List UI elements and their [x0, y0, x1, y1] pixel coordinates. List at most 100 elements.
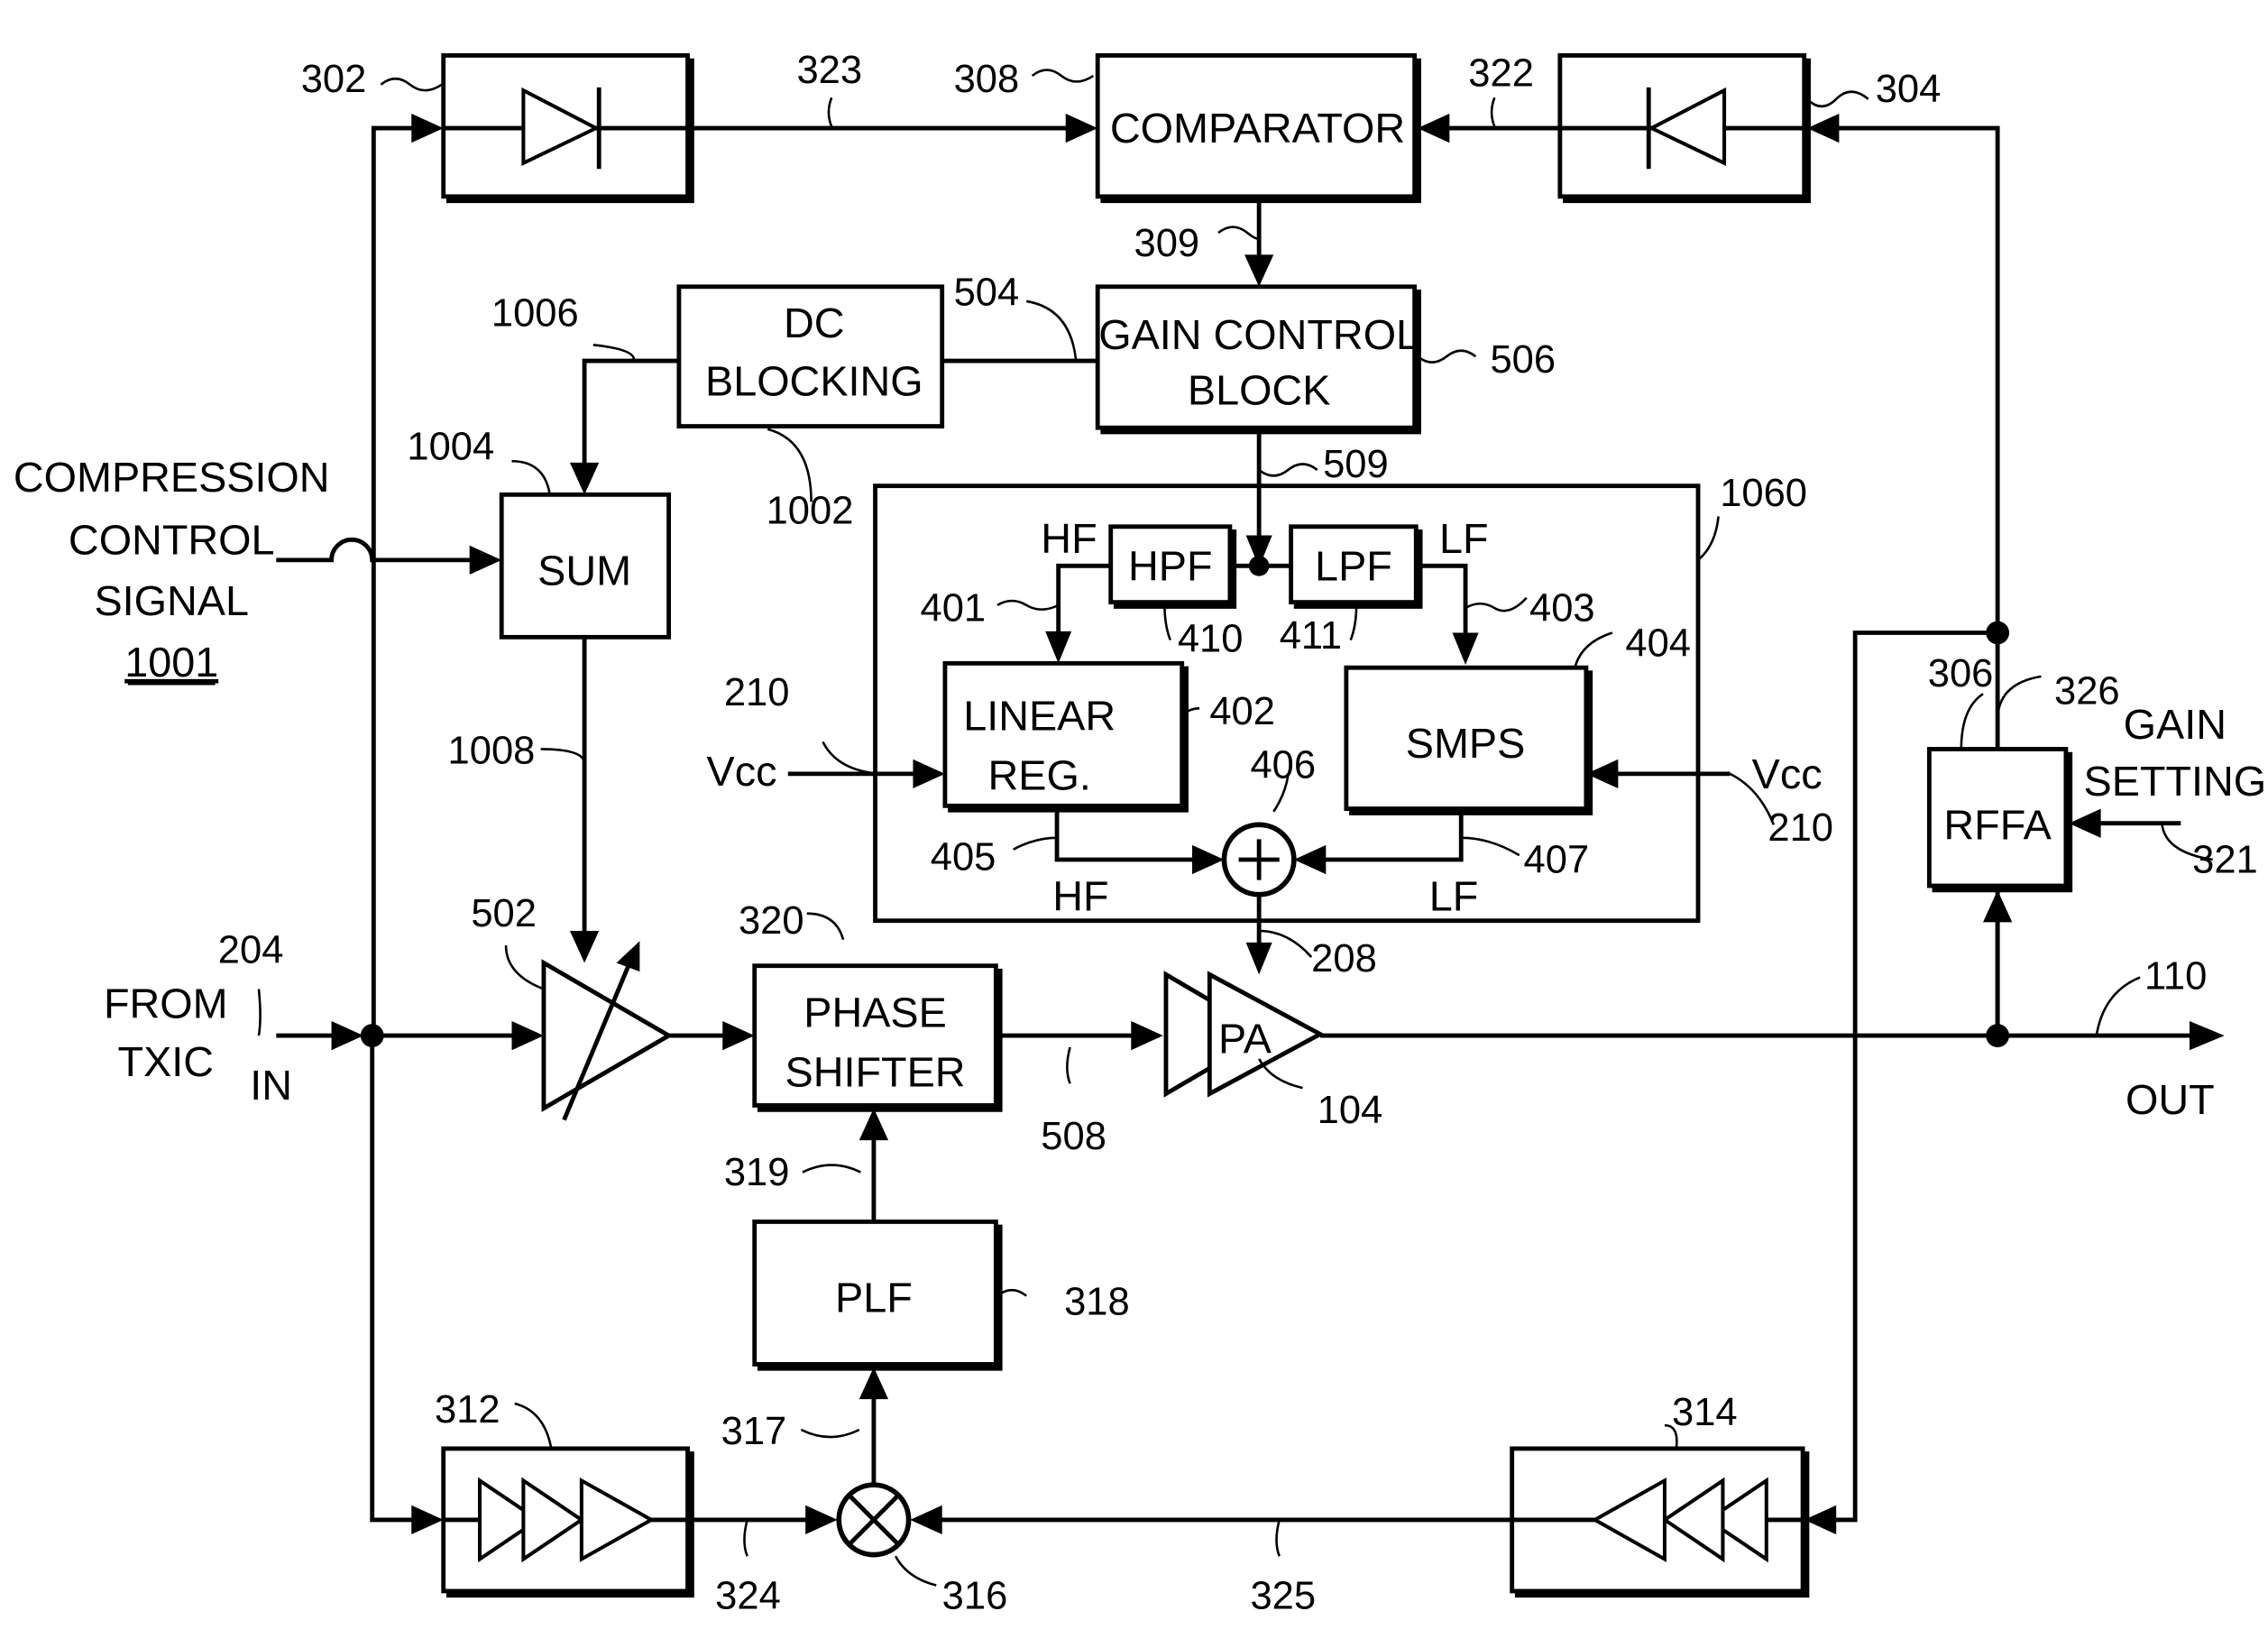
ref-405: 405	[931, 835, 996, 879]
ref-509: 509	[1323, 443, 1389, 486]
arrow-icon	[569, 930, 600, 963]
ref-302: 302	[301, 58, 367, 101]
ref-312: 312	[435, 1388, 500, 1432]
arrow-icon	[1131, 1020, 1163, 1051]
arrow-icon	[913, 759, 945, 789]
compression-control-label: COMPRESSION	[14, 454, 330, 501]
arrow-icon	[411, 1505, 444, 1535]
arrow-icon	[1191, 844, 1225, 875]
in-label: IN	[250, 1062, 292, 1109]
amplifier-chain-312	[441, 1446, 694, 1598]
ref-508: 508	[1041, 1115, 1106, 1158]
arrow-icon	[859, 1367, 889, 1400]
lf-label-top: LF	[1439, 515, 1489, 562]
arrow-icon	[569, 462, 600, 495]
arrow-icon	[1293, 844, 1327, 875]
ref-306: 306	[1928, 652, 1994, 695]
block-diagram: COMPARATOR GAIN CONTROL BLOCK DC BLOCKIN…	[14, 49, 2267, 1617]
ref-506: 506	[1490, 338, 1556, 382]
vcc-left-label: Vcc	[707, 748, 777, 795]
ref-1001: 1001	[124, 639, 218, 686]
hpf-block: HPF	[1108, 524, 1237, 609]
arrow-icon	[805, 1505, 838, 1535]
arrow-icon	[1806, 113, 1840, 143]
gain-setting-label: GAIN	[2124, 701, 2227, 748]
lf-label-bottom: LF	[1429, 872, 1479, 919]
ref-502: 502	[471, 892, 537, 935]
compression-control-label-3: SIGNAL	[94, 577, 248, 624]
plf-block: PLF	[752, 1220, 1003, 1371]
gain-control-label: GAIN CONTROL	[1098, 311, 1419, 358]
ref-210-right: 210	[1768, 806, 1833, 850]
arrow-icon	[331, 1020, 364, 1051]
ref-308: 308	[954, 58, 1020, 101]
detector-302	[441, 53, 694, 204]
variable-amplifier-502	[541, 941, 674, 1121]
arrow-icon	[2069, 808, 2101, 838]
comparator-block: COMPARATOR	[1095, 53, 1421, 204]
comparator-label: COMPARATOR	[1110, 105, 1405, 152]
ref-208: 208	[1311, 937, 1377, 981]
ref-316: 316	[942, 1574, 1008, 1617]
ref-210-left: 210	[724, 671, 790, 714]
ref-1004: 1004	[407, 426, 494, 469]
ref-504: 504	[954, 272, 1020, 315]
arrow-icon	[511, 1020, 544, 1051]
from-txic-label-2: TXIC	[118, 1038, 214, 1085]
ref-411: 411	[1280, 614, 1342, 658]
ref-410: 410	[1178, 617, 1244, 660]
phase-shifter-label: PHASE	[803, 989, 946, 1036]
gain-control-block: GAIN CONTROL BLOCK	[1095, 284, 1421, 435]
ref-401: 401	[921, 587, 987, 631]
ref-304: 304	[1876, 68, 1942, 111]
sum-label: SUM	[537, 547, 631, 594]
smps-block: SMPS	[1344, 665, 1593, 815]
lpf-block: LPF	[1289, 524, 1423, 609]
ref-404: 404	[1625, 621, 1691, 665]
hf-label-top: HF	[1041, 515, 1097, 562]
ref-319: 319	[724, 1151, 790, 1194]
ref-104: 104	[1318, 1089, 1383, 1132]
linear-reg-label-2: REG.	[988, 752, 1091, 799]
arrow-icon	[411, 113, 444, 143]
ref-110: 110	[2144, 954, 2207, 998]
arrow-icon	[2189, 1020, 2225, 1051]
dc-blocking-label: DC	[784, 299, 845, 346]
smps-label: SMPS	[1406, 720, 1526, 767]
compression-control-label-2: CONTROL	[69, 516, 275, 563]
ref-1008: 1008	[448, 730, 536, 773]
from-txic-label: FROM	[104, 981, 228, 1027]
ref-403: 403	[1529, 587, 1595, 631]
ref-402: 402	[1209, 690, 1275, 733]
hf-label-bottom: HF	[1052, 872, 1108, 919]
gain-setting-label-2: SETTING	[2084, 758, 2267, 805]
ref-321: 321	[2192, 839, 2258, 882]
ref-318: 318	[1064, 1281, 1130, 1324]
arrow-icon	[1244, 254, 1274, 287]
out-label: OUT	[2126, 1076, 2215, 1123]
ref-406: 406	[1250, 744, 1316, 787]
arrow-icon	[722, 1020, 755, 1051]
phase-shifter-block: PHASE SHIFTER	[752, 963, 1003, 1112]
arrow-icon	[1452, 632, 1479, 665]
amplifier-chain-314	[1510, 1446, 1810, 1598]
ref-309: 309	[1134, 222, 1199, 265]
ref-1006: 1006	[491, 291, 579, 335]
ref-314: 314	[1672, 1391, 1738, 1434]
dc-blocking-block: DC BLOCKING	[676, 284, 945, 428]
arrow-icon	[1983, 889, 2013, 923]
rffa-label: RFFA	[1943, 801, 2052, 848]
vcc-right-label: Vcc	[1752, 750, 1823, 797]
ref-1002: 1002	[767, 490, 854, 533]
dc-blocking-label-2: BLOCKING	[705, 358, 923, 405]
ref-325: 325	[1250, 1574, 1316, 1617]
ref-1060: 1060	[1720, 472, 1807, 515]
arrow-icon	[859, 1108, 889, 1141]
ref-320: 320	[739, 899, 804, 943]
hpf-label: HPF	[1128, 542, 1213, 589]
gain-control-label-2: BLOCK	[1188, 366, 1331, 413]
lpf-label: LPF	[1315, 542, 1392, 589]
ref-322: 322	[1468, 51, 1534, 95]
ref-204: 204	[218, 928, 284, 971]
sum-block: SUM	[499, 492, 672, 640]
